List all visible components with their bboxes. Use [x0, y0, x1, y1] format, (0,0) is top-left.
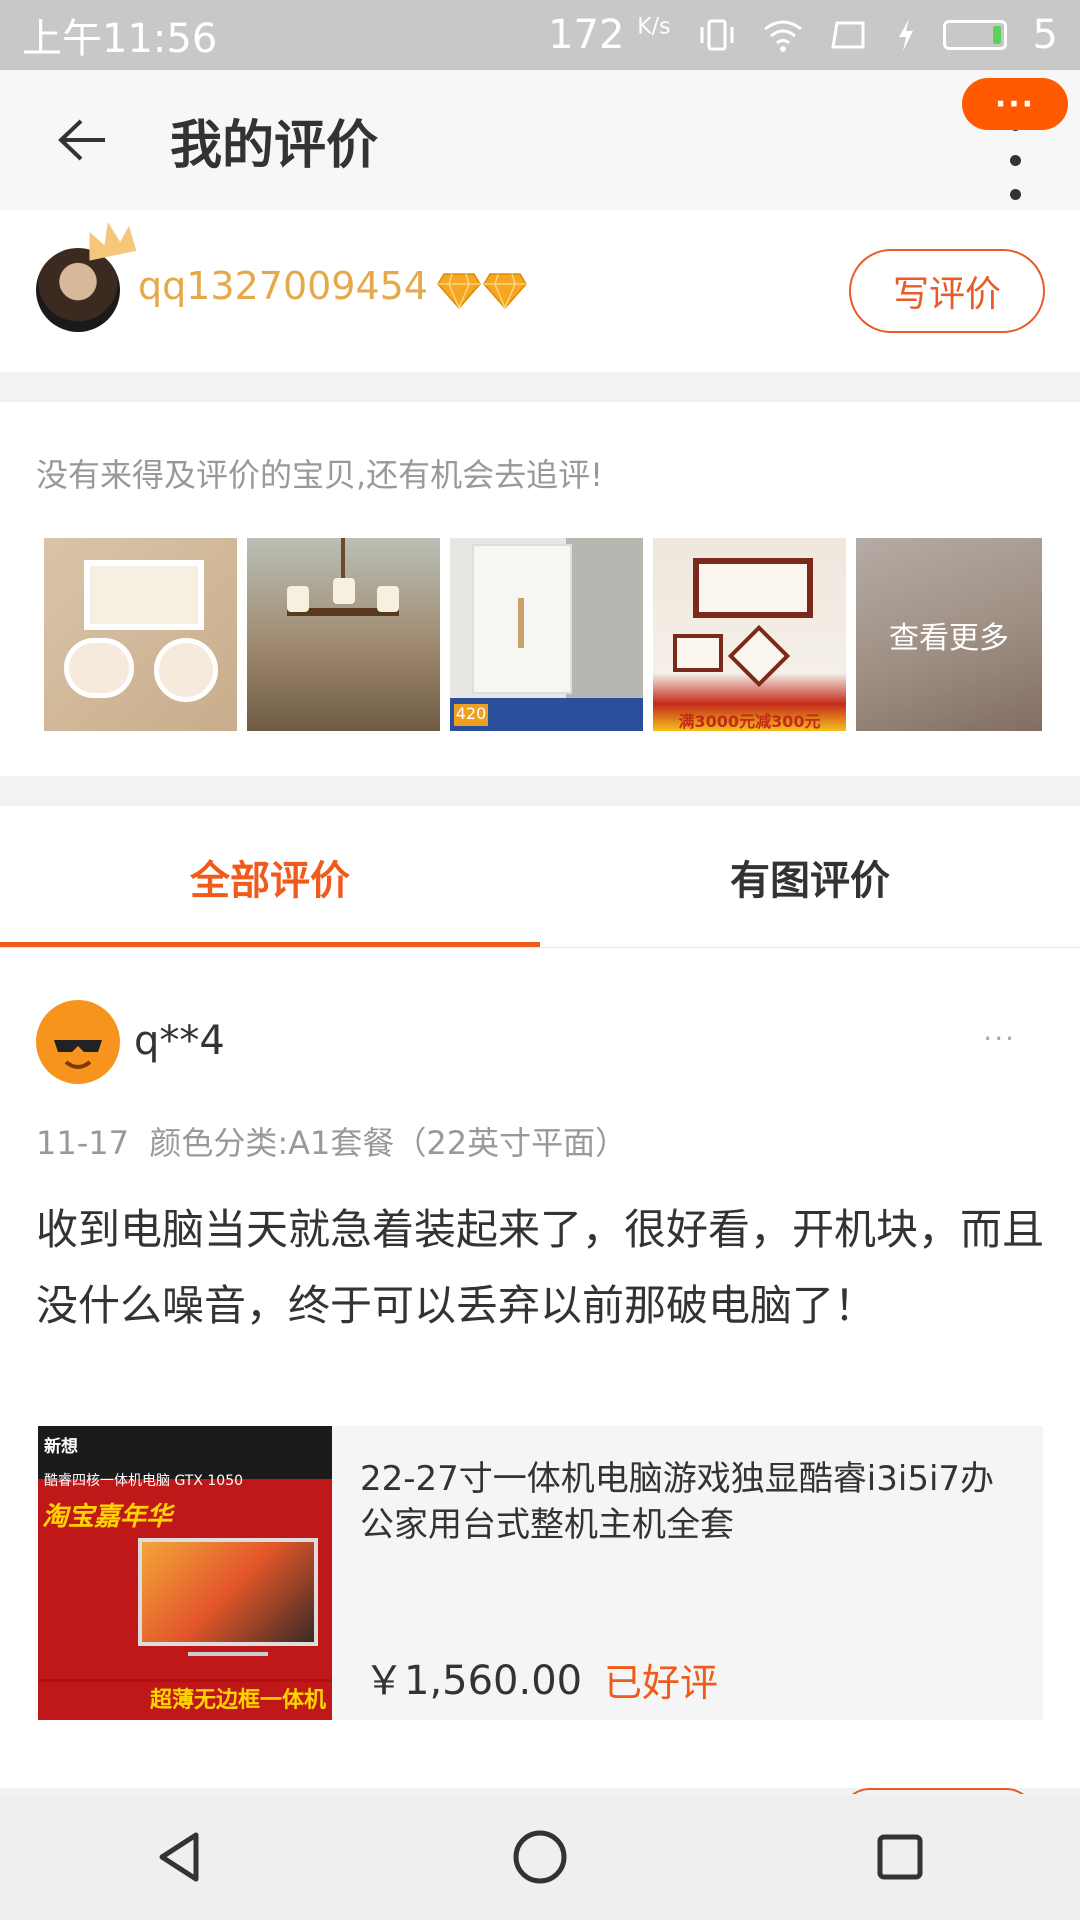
tab-all-reviews[interactable]: 全部评价	[0, 806, 540, 947]
network-speed: 172 K/s	[548, 12, 670, 58]
charging-icon	[898, 19, 913, 51]
reviewer-name: q**4	[134, 1018, 225, 1064]
review-meta: 11-17 颜色分类:A1套餐（22英寸平面）	[36, 1118, 627, 1164]
product-title: 22-27寸一体机电脑游戏独显酷睿i3i5i7办公家用台式整机主机全套	[360, 1459, 995, 1545]
dot	[1009, 189, 1021, 200]
see-more-label: 查看更多	[856, 538, 1042, 731]
pending-item-led-lamp[interactable]: 满3000元减300元	[653, 538, 846, 731]
pending-item-ceiling-lights[interactable]	[44, 538, 237, 731]
reviewer-avatar[interactable]	[36, 1000, 120, 1084]
network-speed-unit: K/s	[637, 14, 671, 40]
pending-thumbnails: 420 满3000元减300元 查看更多	[44, 538, 1042, 731]
product-card[interactable]: 新想 酷睿四核一体机电脑 GTX 1050 淘宝嘉年华 超薄无边框一体机 22-…	[38, 1426, 1043, 1720]
status-time: 上午11:56	[22, 16, 218, 62]
write-review-button[interactable]: 写评价	[849, 249, 1045, 333]
review-text: 收到电脑当天就急着装起来了，很好看，开机块，而且没什么噪音，终于可以丢弃以前那破…	[36, 1205, 1045, 1330]
pending-hint: 没有来得及评价的宝贝,还有机会去追评!	[36, 456, 604, 494]
pending-item-chandelier[interactable]	[247, 538, 440, 731]
pending-reviews-section: 没有来得及评价的宝贝,还有机会去追评! 420 满3000元减300元 查看更多	[0, 402, 1080, 776]
mascot-icon	[44, 1012, 112, 1080]
crown-icon	[89, 222, 137, 261]
square-recents-icon	[877, 1834, 923, 1880]
system-nav-bar	[0, 1794, 1080, 1920]
battery-icon	[942, 20, 1007, 50]
product-brand: 新想	[44, 1437, 78, 1457]
pending-item-more[interactable]: 查看更多	[856, 538, 1042, 731]
app-bar: 我的评价 ···	[0, 70, 1080, 210]
back-button[interactable]	[32, 90, 132, 190]
product-image: 新想 酷睿四核一体机电脑 GTX 1050 淘宝嘉年华 超薄无边框一体机	[38, 1426, 332, 1720]
review-item: q**4 ··· 11-17 颜色分类:A1套餐（22英寸平面） 收到电脑当天就…	[0, 948, 1080, 1788]
user-name: qq1327009454	[138, 264, 429, 308]
nav-back-button[interactable]	[120, 1797, 240, 1917]
review-sku: 颜色分类:A1套餐（22英寸平面）	[149, 1124, 628, 1162]
dot	[1009, 154, 1021, 166]
monitor-graphic	[138, 1538, 318, 1646]
circle-home-icon	[513, 1830, 567, 1884]
nav-recents-button[interactable]	[840, 1797, 960, 1917]
arrow-left-icon	[58, 119, 105, 161]
review-more-button[interactable]: ···	[983, 1022, 1016, 1055]
thumb4-promo: 满3000元减300元	[678, 712, 821, 731]
review-date: 11-17	[36, 1124, 129, 1162]
page-title: 我的评价	[170, 115, 379, 176]
product-subtitle: 酷睿四核一体机电脑 GTX 1050	[44, 1473, 244, 1489]
review-tabs: 全部评价 有图评价	[0, 806, 1080, 948]
user-row: qq1327009454 写评价	[0, 210, 1080, 372]
user-level	[436, 270, 528, 310]
vibrate-icon	[700, 19, 734, 51]
thumb3-price: 420	[454, 704, 488, 726]
diamond-icon	[437, 273, 481, 310]
product-price: ￥1,560.00	[364, 1658, 583, 1704]
pending-item-wardrobe[interactable]: 420	[450, 538, 643, 731]
monitor-stand	[188, 1652, 268, 1656]
status-icons: 172 K/s 5	[548, 12, 1058, 58]
nav-home-button[interactable]	[480, 1797, 600, 1917]
network-speed-value: 172	[548, 12, 625, 58]
product-promo: 淘宝嘉年华	[42, 1502, 173, 1532]
wifi-icon	[763, 20, 802, 52]
overflow-menu-button[interactable]	[1000, 120, 1030, 200]
review-status: 已好评	[604, 1661, 719, 1705]
battery-level: 5	[1032, 12, 1058, 58]
diamond-icon	[483, 273, 527, 310]
status-bar: 上午11:56 172 K/s 5	[0, 0, 1080, 70]
triangle-back-icon	[159, 1832, 199, 1882]
sim-icon	[830, 21, 865, 49]
product-bottom-banner: 超薄无边框一体机	[38, 1682, 332, 1720]
tab-reviews-with-photos[interactable]: 有图评价	[540, 806, 1080, 947]
message-badge[interactable]: ···	[962, 78, 1068, 130]
